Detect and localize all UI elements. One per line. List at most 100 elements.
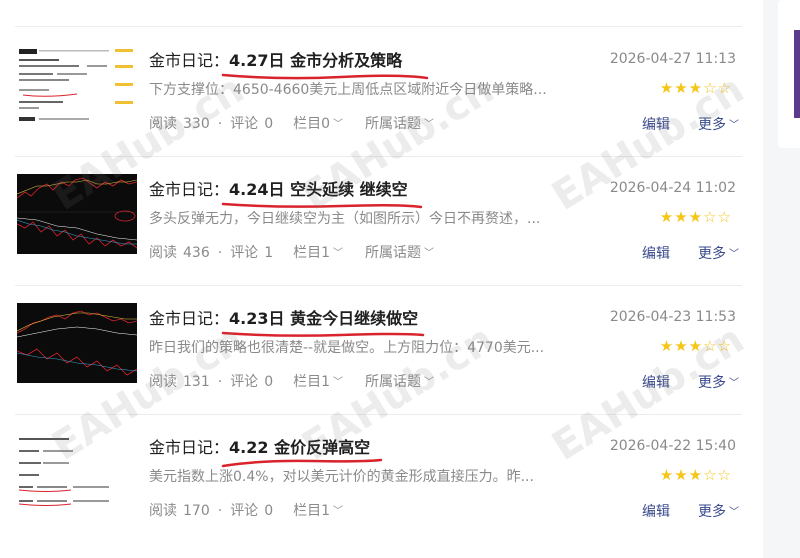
separator-dot: · [217,503,223,519]
star-filled-icon: ★ [659,466,675,484]
more-dropdown[interactable]: 更多 ﹀ [698,372,739,392]
comment-label: 评论 [230,245,259,261]
star-filled-icon: ★ [688,337,704,355]
article-title[interactable]: 金市日记：4.23日 黄金今日继续做空 [149,305,418,329]
title-prefix: 金市日记： [149,309,230,328]
article-meta: 阅读 436 · 评论 1 栏目1 ﹀ 所属话题 ﹀ [149,242,434,262]
chart-screenshot-thumbnail [17,303,137,383]
comment-label: 评论 [230,374,259,390]
star-filled-icon: ★ [659,208,675,226]
article-excerpt: 昨日我们的策略也很清楚--就是做空。上方阻力位：4770美元... [149,340,545,356]
star-filled-icon: ★ [688,466,704,484]
more-label: 更多 [698,504,726,520]
article-excerpt: 下方支撑位：4650-4660美元上周低点区域附近今日做单策略... [149,82,547,98]
category-dropdown[interactable]: 栏目0 ﹀ [293,113,343,133]
edit-link[interactable]: 编辑 [642,501,670,521]
more-dropdown[interactable]: 更多 ﹀ [698,243,739,263]
topic-dropdown[interactable]: 所属话题 ﹀ [365,242,434,262]
chevron-down-icon: ﹀ [424,248,435,259]
article-title[interactable]: 金市日记：4.24日 空头延续 继续空 [149,176,408,200]
publish-datetime: 2026-04-23 11:53 [609,309,736,325]
article-item: 金市日记：4.22 金价反弹高空 2026-04-22 15:40 美元指数上涨… [15,414,742,543]
more-dropdown[interactable]: 更多 ﹀ [698,114,739,134]
article-thumbnail[interactable] [17,303,137,383]
star-filled-icon: ★ [674,337,689,355]
more-dropdown[interactable]: 更多 ﹀ [698,501,739,521]
comment-count: 1 [264,245,274,261]
title-prefix: 金市日记： [149,180,230,199]
category-dropdown[interactable]: 栏目1 ﹀ [293,500,343,520]
article-title[interactable]: 金市日记：4.27日 金市分析及策略 [149,47,402,71]
article-excerpt: 多头反弹无力，今日继续空为主（如图所示）今日不再赘述，... [149,211,541,227]
star-empty-icon: ☆ [703,208,718,226]
article-excerpt: 美元指数上涨0.4%，对以美元计价的黄金形成直接压力。昨... [149,469,534,485]
chevron-down-icon: ﹀ [333,248,344,259]
article-thumbnail[interactable] [17,174,137,254]
rating-stars: ★★★☆☆ [660,466,732,484]
article-title[interactable]: 金市日记：4.22 金价反弹高空 [149,434,370,458]
star-empty-icon: ☆ [717,337,732,355]
separator-dot: · [217,374,223,390]
article-item: 金市日记：4.23日 黄金今日继续做空 2026-04-23 11:53 昨日我… [15,285,742,415]
read-count: 330 [183,116,210,132]
title-main: 4.22 金价反弹高空 [229,438,371,457]
category-label: 栏目1 [293,374,331,390]
edit-link[interactable]: 编辑 [642,243,670,263]
comment-count: 0 [264,116,274,132]
topic-label: 所属话题 [365,116,422,132]
rating-stars: ★★★☆☆ [660,79,732,97]
article-list: 金市日记：4.27日 金市分析及策略 2026-04-27 11:13 下方支撑… [15,0,742,558]
comment-label: 评论 [230,503,259,519]
star-filled-icon: ★ [659,337,675,355]
article-meta: 阅读 170 · 评论 0 栏目1 ﹀ [149,500,343,520]
comment-count: 0 [264,374,274,390]
topic-label: 所属话题 [365,374,422,390]
category-label: 栏目1 [293,245,331,261]
chevron-down-icon: ﹀ [729,507,739,518]
topic-dropdown[interactable]: 所属话题 ﹀ [365,113,434,133]
article-thumbnail[interactable] [17,45,137,125]
edit-link[interactable]: 编辑 [642,114,670,134]
article-item: 金市日记：4.27日 金市分析及策略 2026-04-27 11:13 下方支撑… [15,27,742,157]
title-prefix: 金市日记： [149,51,230,70]
article-meta: 阅读 330 · 评论 0 栏目0 ﹀ 所属话题 ﹀ [149,113,434,133]
star-empty-icon: ☆ [703,79,718,97]
star-filled-icon: ★ [674,466,689,484]
comment-count: 0 [264,503,274,519]
chevron-down-icon: ﹀ [333,506,344,517]
more-label: 更多 [698,117,726,133]
chevron-down-icon: ﹀ [729,120,739,131]
side-banner[interactable] [794,30,800,118]
chevron-down-icon: ﹀ [333,377,344,388]
separator-dot: · [217,116,223,132]
edit-link[interactable]: 编辑 [642,372,670,392]
publish-datetime: 2026-04-22 15:40 [609,438,736,454]
read-label: 阅读 [149,245,177,261]
star-empty-icon: ☆ [703,466,718,484]
category-dropdown[interactable]: 栏目1 ﹀ [293,371,343,391]
star-filled-icon: ★ [674,208,689,226]
title-prefix: 金市日记： [149,438,230,457]
chevron-down-icon: ﹀ [424,119,435,130]
topic-dropdown[interactable]: 所属话题 ﹀ [365,371,434,391]
read-label: 阅读 [149,116,177,132]
chevron-down-icon: ﹀ [424,377,435,388]
scrollbar[interactable] [764,0,776,558]
category-dropdown[interactable]: 栏目1 ﹀ [293,242,343,262]
publish-datetime: 2026-04-27 11:13 [609,51,736,67]
star-filled-icon: ★ [688,208,704,226]
text-screenshot-thumbnail [17,45,137,125]
rating-stars: ★★★☆☆ [660,337,732,355]
rating-stars: ★★★☆☆ [660,208,732,226]
article-thumbnail[interactable] [17,432,137,512]
comment-label: 评论 [230,116,259,132]
more-label: 更多 [698,375,726,391]
star-filled-icon: ★ [674,79,689,97]
star-empty-icon: ☆ [703,337,718,355]
publish-datetime: 2026-04-24 11:02 [609,180,736,196]
title-main: 4.24日 空头延续 继续空 [229,180,408,199]
star-empty-icon: ☆ [717,208,732,226]
article-panel: 金市日记：4.27日 金市分析及策略 2026-04-27 11:13 下方支撑… [0,0,763,558]
chevron-down-icon: ﹀ [333,119,344,130]
title-main: 4.27日 金市分析及策略 [229,51,403,70]
